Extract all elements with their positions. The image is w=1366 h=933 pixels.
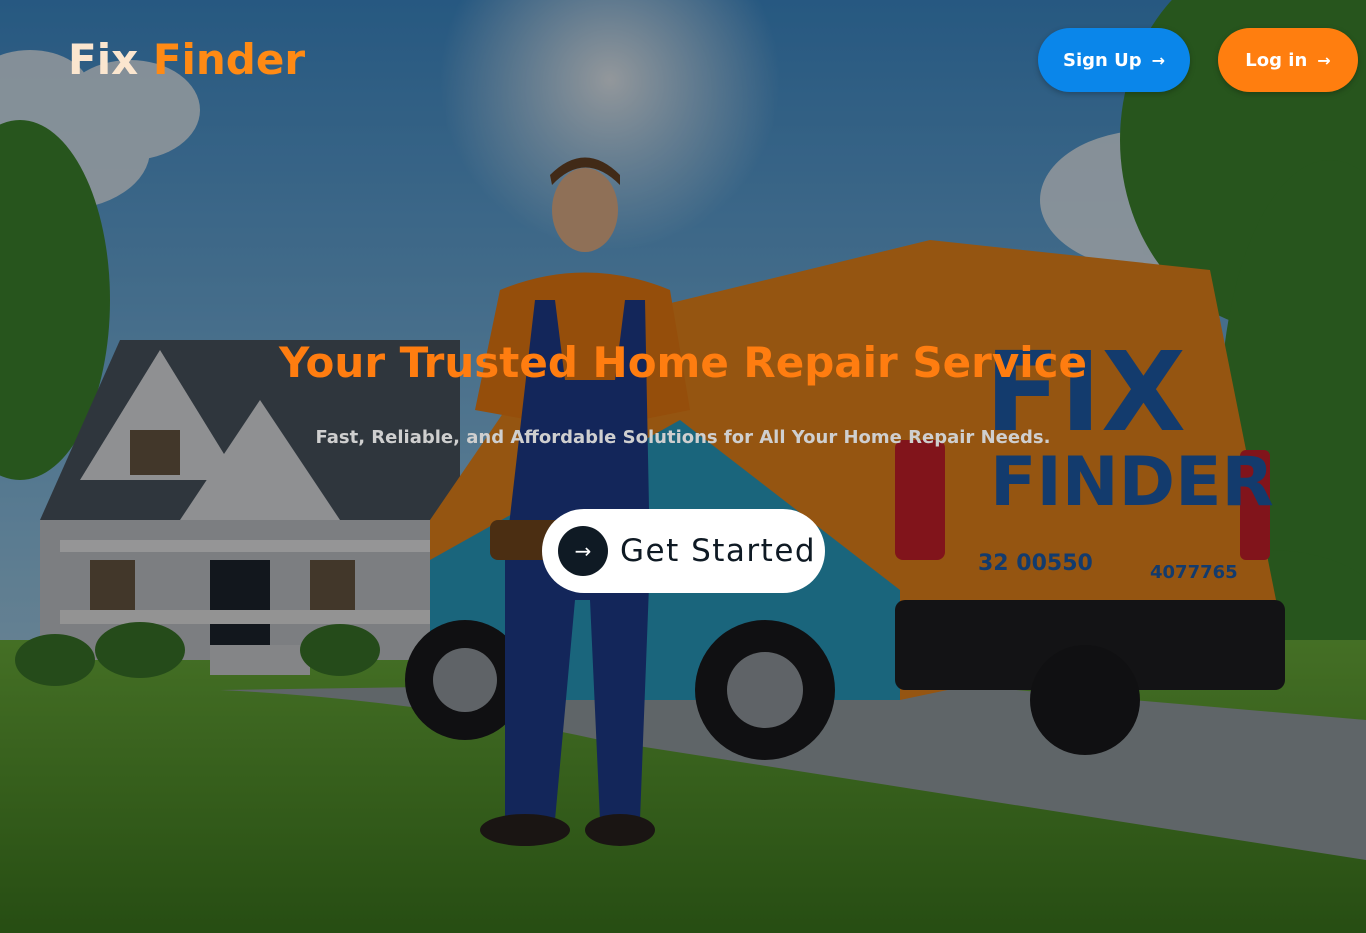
- logo-word-fix: Fix: [68, 35, 139, 84]
- arrow-right-icon: →: [1151, 50, 1165, 70]
- hero-section: FIX FINDER 32 00550 4077765 Fix Finder S: [0, 0, 1366, 933]
- arrow-right-icon: →: [558, 526, 608, 576]
- hero-dim-overlay: [0, 0, 1366, 933]
- get-started-label: Get Started: [620, 533, 817, 569]
- log-in-label: Log in: [1245, 49, 1308, 71]
- sign-up-label: Sign Up: [1062, 49, 1142, 71]
- hero-headline: Your Trusted Home Repair Service: [279, 338, 1087, 387]
- site-logo[interactable]: Fix Finder: [68, 34, 305, 86]
- arrow-right-icon: →: [1317, 50, 1331, 70]
- hero-subheadline: Fast, Reliable, and Affordable Solutions…: [315, 427, 1051, 448]
- logo-word-finder: Finder: [152, 35, 306, 84]
- sign-up-button[interactable]: Sign Up →: [1038, 28, 1190, 92]
- get-started-button[interactable]: → Get Started: [542, 509, 825, 593]
- log-in-button[interactable]: Log in →: [1218, 28, 1358, 92]
